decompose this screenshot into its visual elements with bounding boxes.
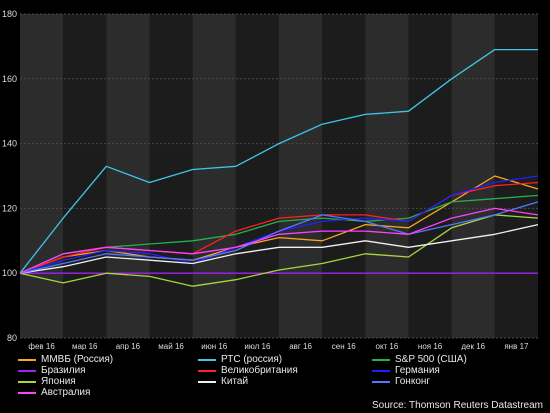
month-band xyxy=(279,14,323,338)
chart: 80 100 120 140 160 180 фев 16 мар 16 апр 16 май 1… xyxy=(0,0,550,413)
y-tick-label: 100 xyxy=(2,268,17,278)
x-tick-label: дек 16 xyxy=(461,342,485,350)
legend-item: ММВБ (Россия) xyxy=(18,354,113,365)
x-tick-label: ноя 16 xyxy=(418,342,443,350)
legend-label: РТС (россия) xyxy=(221,354,283,365)
legend-label: Гонконг xyxy=(395,376,431,387)
month-band xyxy=(322,14,366,338)
legend-label: ММВБ (Россия) xyxy=(41,354,114,365)
legend-label: Австралия xyxy=(41,387,91,398)
legend-swatch xyxy=(18,369,36,372)
x-tick-label: авг 16 xyxy=(289,342,312,350)
legend-swatch xyxy=(18,358,36,361)
month-band xyxy=(365,14,409,338)
y-tick-label: 80 xyxy=(7,333,17,343)
month-band xyxy=(20,14,64,338)
month-band xyxy=(408,14,452,338)
legend-item: S&P 500 (США) xyxy=(372,354,467,365)
y-tick-label: 180 xyxy=(2,9,17,19)
legend-item: Великобритания xyxy=(198,365,298,376)
month-band xyxy=(235,14,279,338)
source-note: Source: Thomson Reuters Datastream xyxy=(371,400,543,411)
chart-legend: ММВБ (Россия) РТС (россия) S&P 500 (США) Бр… xyxy=(0,354,550,399)
legend-swatch xyxy=(198,369,216,372)
legend-swatch xyxy=(198,380,216,383)
x-tick-label: июн 16 xyxy=(201,342,228,350)
legend-label: Китай xyxy=(221,376,249,387)
x-tick-label: окт 16 xyxy=(376,342,399,350)
legend-swatch xyxy=(372,369,390,372)
legend-swatch xyxy=(18,380,36,383)
legend-label: Великобритания xyxy=(221,365,298,376)
x-tick-label: мар 16 xyxy=(72,342,98,350)
y-tick-label: 160 xyxy=(2,74,17,84)
legend-item: Япония xyxy=(18,376,76,387)
legend-label: Япония xyxy=(41,376,76,387)
x-tick-label: июл 16 xyxy=(244,342,271,350)
legend-label: Бразилия xyxy=(41,365,86,376)
month-band xyxy=(451,14,495,338)
legend-label: S&P 500 (США) xyxy=(395,354,467,365)
legend-item: РТС (россия) xyxy=(198,354,282,365)
month-band xyxy=(63,14,107,338)
y-tick-label: 140 xyxy=(2,139,17,149)
legend-item: Германия xyxy=(372,365,440,376)
chart-plot: 80 100 120 140 160 180 фев 16 мар 16 апр 16 май 1… xyxy=(2,9,539,350)
legend-swatch xyxy=(372,358,390,361)
legend-item: Китай xyxy=(198,376,248,387)
legend-label: Германия xyxy=(395,365,440,376)
legend-item: Австралия xyxy=(18,387,90,398)
legend-swatch xyxy=(372,380,390,383)
x-tick-label: янв 17 xyxy=(504,342,529,350)
legend-swatch xyxy=(198,358,216,361)
month-band xyxy=(106,14,150,338)
x-tick-label: сен 16 xyxy=(332,342,357,350)
y-tick-label: 120 xyxy=(2,203,17,213)
x-tick-label: апр 16 xyxy=(116,342,141,350)
month-band xyxy=(494,14,538,338)
legend-item: Бразилия xyxy=(18,365,86,376)
x-tick-label: фев 16 xyxy=(28,342,55,350)
legend-swatch xyxy=(18,391,36,394)
x-tick-label: май 16 xyxy=(158,342,184,350)
legend-item: Гонконг xyxy=(372,376,430,387)
month-band xyxy=(192,14,236,338)
